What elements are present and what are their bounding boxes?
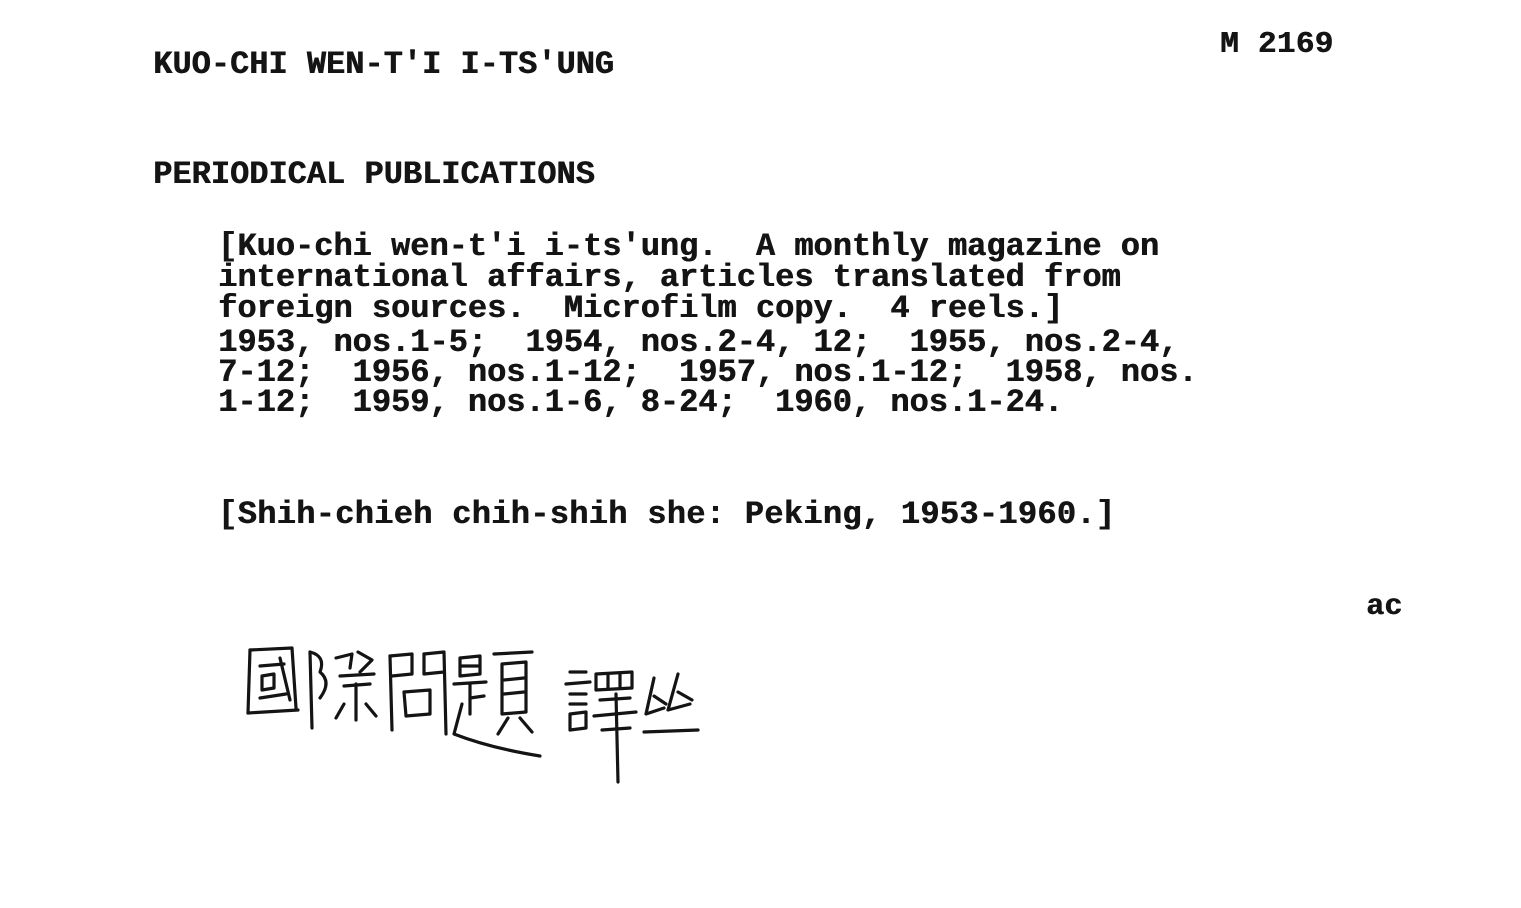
- publisher-line: [Shih-chieh chih-shih she: Peking, 1953-…: [218, 496, 1116, 533]
- card-heading: KUO-CHI WEN-T'I I-TS'UNG: [153, 46, 614, 83]
- subject-heading: PERIODICAL PUBLICATIONS: [153, 156, 595, 193]
- description-line-3: foreign sources. Microfilm copy. 4 reels…: [218, 290, 1063, 327]
- description-block: [Kuo-chi wen-t'i i-ts'ung. A monthly mag…: [218, 228, 1378, 419]
- call-number: M 2169: [1220, 27, 1334, 62]
- description-line-1: [Kuo-chi wen-t'i i-ts'ung. A monthly mag…: [218, 228, 1159, 265]
- catalog-card: KUO-CHI WEN-T'I I-TS'UNG M 2169 PERIODIC…: [0, 0, 1521, 908]
- cataloger-initials: ac: [1366, 590, 1403, 624]
- description-line-2: international affairs, articles translat…: [218, 259, 1121, 296]
- holdings-line-3: 1-12; 1959, nos.1-6, 8-24; 1960, nos.1-2…: [218, 384, 1063, 421]
- handwritten-chinese-title: [246, 646, 700, 784]
